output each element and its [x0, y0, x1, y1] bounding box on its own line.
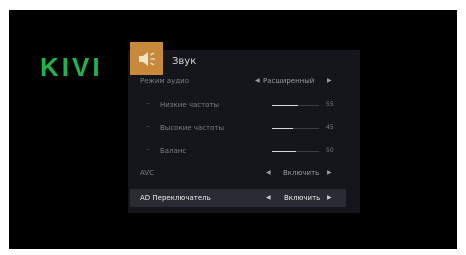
avc-label: AVC — [140, 169, 155, 177]
treble-label: Высокие частоты — [160, 124, 225, 132]
arrow-left-icon[interactable]: ◀ — [255, 78, 260, 84]
treble-icon: ⌔ — [145, 125, 151, 132]
speaker-icon — [130, 42, 163, 75]
bass-value: 55 — [326, 101, 334, 108]
treble-slider[interactable] — [272, 128, 319, 129]
balance-icon: ⌔ — [145, 148, 151, 155]
avc-value: Включить — [283, 169, 320, 177]
bass-label: Низкие частоты — [160, 101, 220, 109]
balance-value: 50 — [326, 147, 334, 154]
ad-switch-value: Включить — [284, 194, 321, 202]
ad-switch-label: AD Переключатель — [140, 194, 211, 202]
bass-slider[interactable] — [272, 105, 319, 106]
arrow-right-icon[interactable]: ▶ — [327, 170, 332, 176]
menu-title: Звук — [172, 56, 197, 67]
bass-icon: ⌔ — [145, 102, 151, 109]
audio-mode-value: Расширенный — [263, 77, 315, 85]
arrow-right-icon[interactable]: ▶ — [327, 195, 332, 201]
arrow-right-icon[interactable]: ▶ — [327, 78, 332, 84]
treble-value: 45 — [326, 124, 334, 131]
balance-label: Баланс — [160, 147, 187, 155]
brand-logo: KIVI — [40, 52, 103, 82]
treble-slider-fill — [272, 128, 294, 129]
arrow-left-icon[interactable]: ◀ — [266, 170, 271, 176]
balance-slider-fill — [272, 151, 296, 152]
audio-mode-label: Режим аудио — [140, 77, 189, 85]
arrow-left-icon[interactable]: ◀ — [266, 195, 271, 201]
balance-slider[interactable] — [272, 151, 319, 152]
bass-slider-fill — [272, 105, 298, 106]
